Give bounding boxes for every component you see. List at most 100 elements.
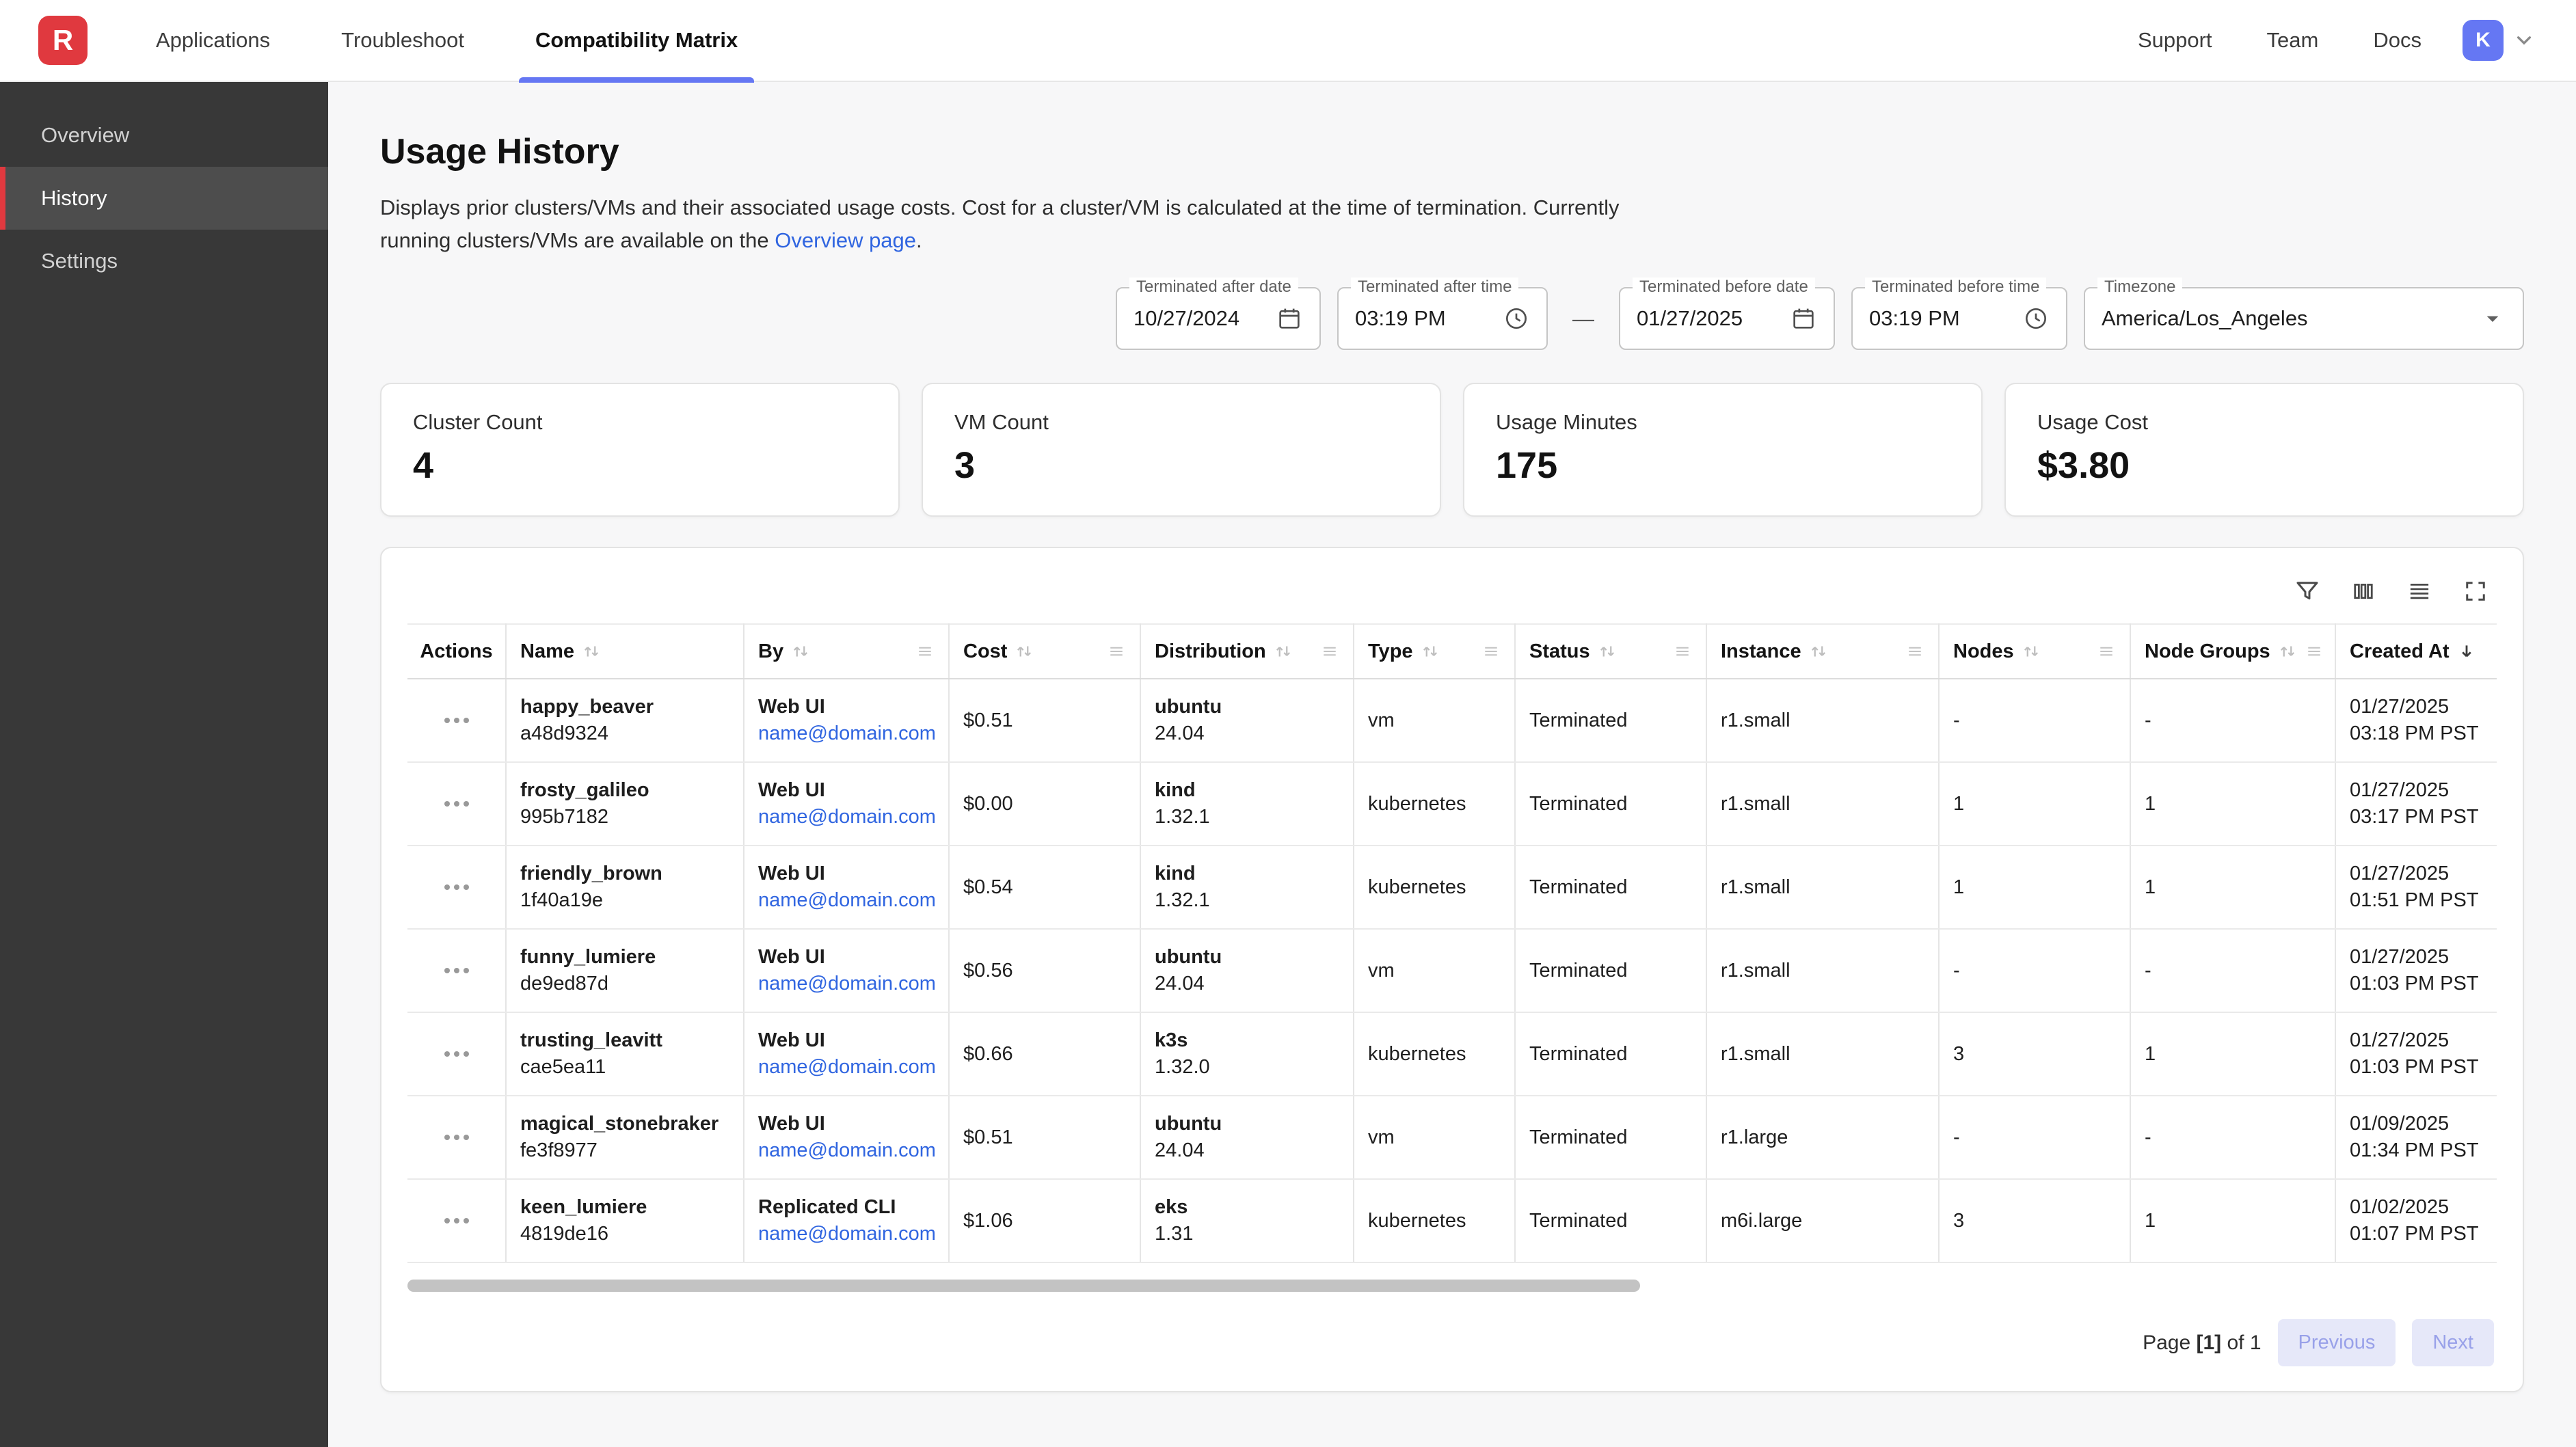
created-by-email-link[interactable]: name@domain.com [758,889,935,912]
column-header-nodes[interactable]: Nodes [1939,624,2130,679]
sort-icon[interactable] [2277,641,2298,662]
column-header-created_at[interactable]: Created At [2335,624,2497,679]
row-actions-button[interactable] [439,1210,474,1232]
created-date: 01/27/2025 [2350,1029,2483,1052]
column-header-distribution[interactable]: Distribution [1140,624,1354,679]
sidebar-item[interactable]: History [0,167,328,230]
row-actions-button[interactable] [439,876,474,898]
row-actions-button[interactable] [439,709,474,731]
column-header-instance[interactable]: Instance [1706,624,1939,679]
sort-icon[interactable] [790,641,811,662]
column-menu-icon[interactable] [1673,642,1692,661]
sort-icon[interactable] [1420,641,1440,662]
fullscreen-button[interactable] [2457,573,2494,610]
created-by-email-link[interactable]: name@domain.com [758,1056,935,1079]
filter-button[interactable] [2289,573,2326,610]
column-label: Name [520,640,574,663]
user-menu[interactable]: K [2463,20,2538,61]
sort-icon[interactable] [1597,641,1618,662]
column-label: Actions [420,640,492,663]
next-page-button[interactable]: Next [2412,1319,2494,1366]
type-cell: vm [1354,929,1515,1012]
column-menu-icon[interactable] [1107,642,1126,661]
column-menu-icon[interactable] [1320,642,1339,661]
row-actions-button[interactable] [439,960,474,982]
sidebar-item[interactable]: Overview [0,104,328,167]
chevron-down-icon[interactable] [2510,27,2538,54]
type-cell: kubernetes [1354,1012,1515,1096]
instance-cell: r1.small [1706,762,1939,846]
created-by-email-link[interactable]: name@domain.com [758,973,935,995]
created-by-source: Web UI [758,696,935,718]
calendar-icon[interactable] [1790,305,1817,332]
row-actions-button[interactable] [439,1126,474,1148]
sort-desc-icon[interactable] [2456,641,2477,662]
column-header-node_groups[interactable]: Node Groups [2130,624,2335,679]
sort-icon[interactable] [1273,641,1293,662]
sort-icon[interactable] [2021,641,2041,662]
type-cell: kubernetes [1354,846,1515,929]
primary-nav: Applications Troubleshoot Compatibility Ma… [148,0,801,81]
cluster-name: funny_lumiere [520,946,729,969]
avatar[interactable]: K [2463,20,2504,61]
sort-icon[interactable] [581,641,602,662]
clock-icon[interactable] [2022,305,2050,332]
columns-button[interactable] [2345,573,2382,610]
created-by-email-link[interactable]: name@domain.com [758,722,935,745]
terminated-after-date-field[interactable]: Terminated after date 10/27/2024 [1116,287,1321,350]
field-value: 10/27/2024 [1133,306,1239,331]
columns-icon [2349,577,2378,606]
density-button[interactable] [2401,573,2438,610]
table-row: magical_stonebraker fe3f8977 Web UI name… [407,1096,2497,1179]
nav-link[interactable]: Team [2267,28,2319,53]
calendar-icon[interactable] [1276,305,1303,332]
column-menu-icon[interactable] [2097,642,2116,661]
column-menu-icon[interactable] [1905,642,1924,661]
terminated-before-date-field[interactable]: Terminated before date 01/27/2025 [1619,287,1835,350]
column-header-name[interactable]: Name [506,624,744,679]
distribution-version: 24.04 [1155,722,1339,745]
field-value: 03:19 PM [1869,306,1960,331]
overview-page-link[interactable]: Overview page [775,228,916,252]
created-by-email-link[interactable]: name@domain.com [758,1139,935,1162]
app-logo[interactable]: R [38,16,88,65]
column-header-type[interactable]: Type [1354,624,1515,679]
column-menu-icon[interactable] [2305,642,2324,661]
timezone-select[interactable]: Timezone America/Los_Angeles [2084,287,2524,350]
node-groups-cell: - [2130,929,2335,1012]
column-menu-icon[interactable] [1481,642,1501,661]
nav-tab[interactable]: Applications [148,0,278,81]
column-label: Type [1368,640,1413,663]
terminated-after-time-field[interactable]: Terminated after time 03:19 PM [1337,287,1548,350]
column-header-status[interactable]: Status [1515,624,1706,679]
previous-page-button[interactable]: Previous [2278,1319,2396,1366]
scrollbar-thumb[interactable] [407,1280,1640,1292]
nav-link[interactable]: Docs [2373,28,2421,53]
nav-right: Support Team Docs K [2138,20,2538,61]
nav-tab[interactable]: Compatibility Matrix [527,0,746,81]
nav-tab-label: Troubleshoot [341,28,464,53]
row-actions-button[interactable] [439,793,474,815]
instance-cell: r1.small [1706,846,1939,929]
clock-icon[interactable] [1503,305,1530,332]
nav-tab[interactable]: Troubleshoot [333,0,472,81]
filter-row: Terminated after date 10/27/2024 Termina… [380,287,2524,350]
cost-cell: $0.00 [949,762,1140,846]
sort-icon[interactable] [1808,641,1829,662]
sort-icon[interactable] [1014,641,1034,662]
table-row: funny_lumiere de9ed87d Web UI name@domai… [407,929,2497,1012]
nodes-cell: 1 [1939,846,2130,929]
created-by-email-link[interactable]: name@domain.com [758,806,935,828]
created-time: 01:07 PM PST [2350,1223,2483,1245]
nav-link[interactable]: Support [2138,28,2212,53]
column-menu-icon[interactable] [915,642,935,661]
row-actions-button[interactable] [439,1043,474,1065]
table-body: happy_beaver a48d9324 Web UI name@domain… [407,679,2497,1262]
terminated-before-time-field[interactable]: Terminated before time 03:19 PM [1851,287,2067,350]
sidebar-item[interactable]: Settings [0,230,328,293]
created-by-email-link[interactable]: name@domain.com [758,1223,935,1245]
cost-cell: $0.54 [949,846,1140,929]
column-header-by[interactable]: By [744,624,949,679]
column-header-cost[interactable]: Cost [949,624,1140,679]
horizontal-scrollbar[interactable] [407,1280,2497,1292]
